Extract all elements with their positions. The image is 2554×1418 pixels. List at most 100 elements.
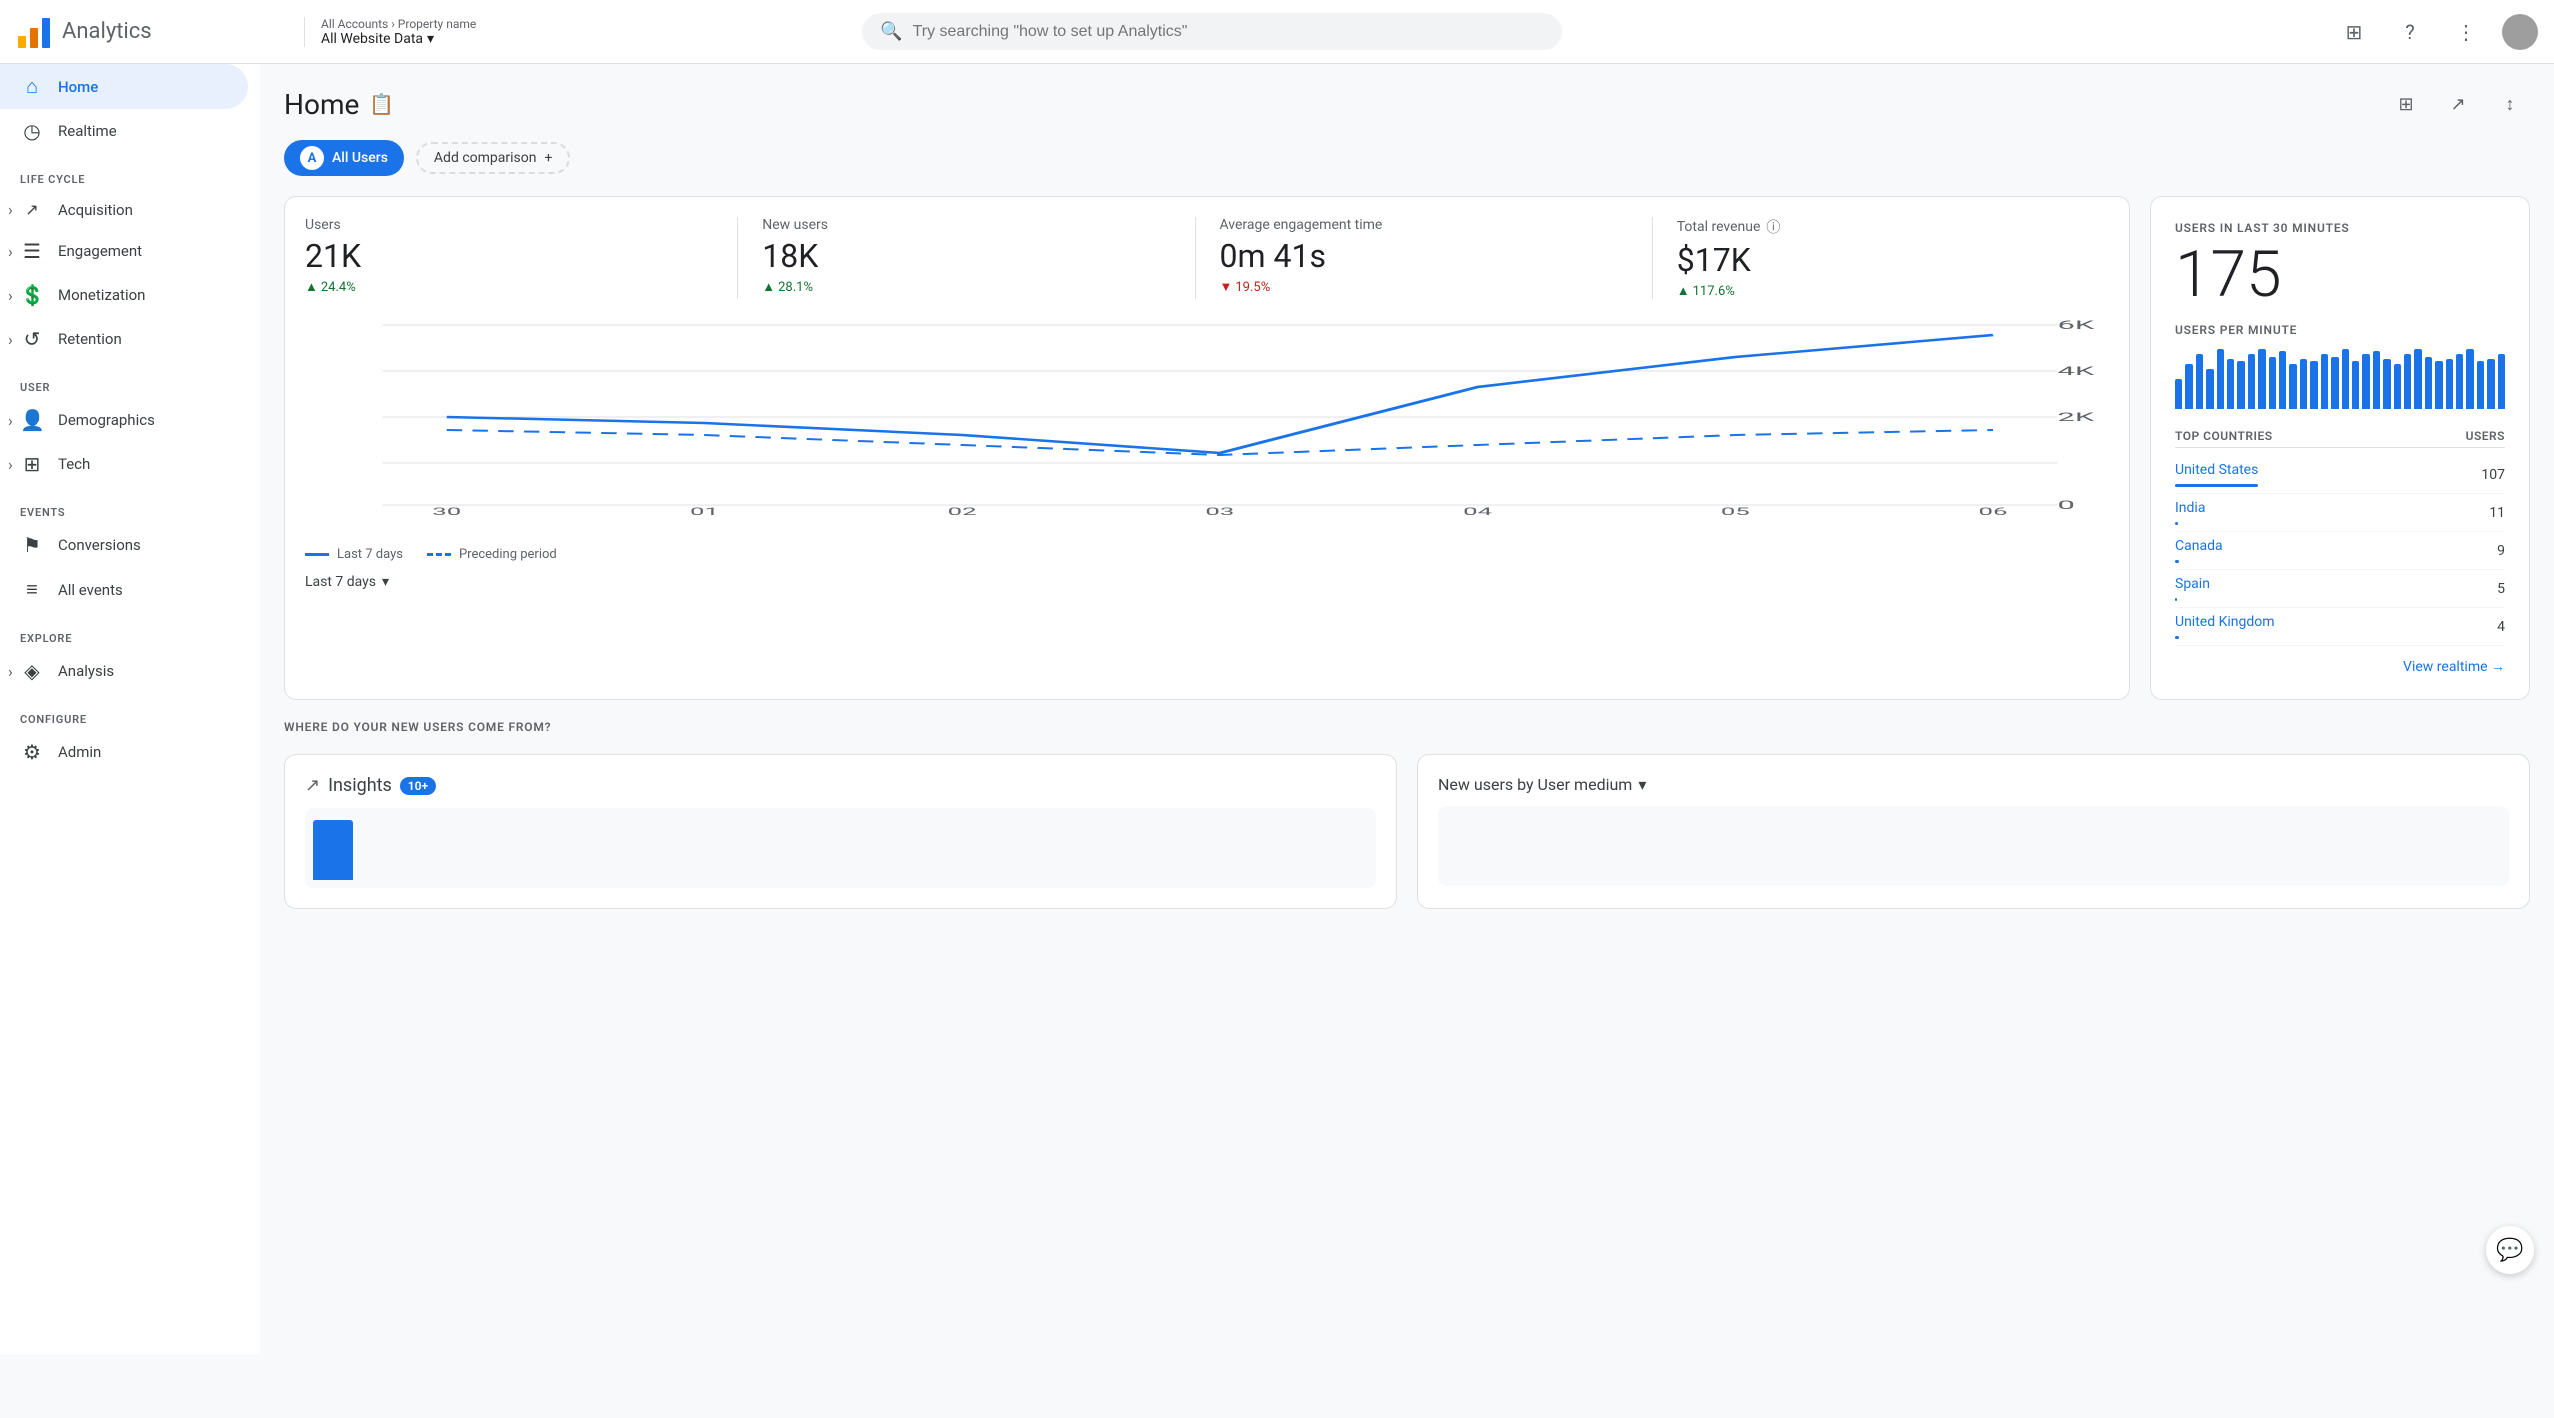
legend-preceding-label: Preceding period — [459, 547, 557, 562]
metric-new-users-change: ▲ 28.1% — [762, 279, 1170, 295]
page-title-area: Home 📋 — [284, 88, 394, 121]
metric-engagement-pct: 19.5% — [1235, 280, 1270, 295]
app-title: Analytics — [62, 19, 152, 44]
user-avatar[interactable] — [2502, 14, 2538, 50]
legend-line-dashed — [427, 553, 451, 556]
sidebar-item-engagement[interactable]: ☰ Engagement — [0, 229, 248, 273]
metric-users-label: Users — [305, 217, 713, 233]
share-button[interactable]: ↗ — [2438, 84, 2478, 124]
add-comparison-icon: + — [544, 150, 552, 166]
countries-list: United States 107 India 11 Canada 9 Spai… — [2175, 456, 2505, 646]
grid-icon-button[interactable]: ⊞ — [2334, 12, 2374, 52]
page-header: Home 📋 ⊞ ↗ ↕ — [284, 84, 2530, 124]
sidebar-label-monetization: Monetization — [58, 286, 145, 304]
metric-engagement-value: 0m 41s — [1220, 237, 1628, 275]
bar-chart-bar — [2248, 354, 2255, 409]
bar-chart-bar — [2362, 354, 2369, 409]
metric-engagement-change: ▼ 19.5% — [1220, 279, 1628, 295]
bar-chart-bar — [2477, 361, 2484, 409]
retention-icon: ↺ — [20, 327, 44, 351]
page-bookmark-icon[interactable]: 📋 — [369, 92, 394, 116]
logo-area: Analytics — [16, 14, 296, 50]
new-users-card: New users by User medium ▾ — [1417, 754, 2530, 909]
tech-icon: ⊞ — [20, 452, 44, 476]
sidebar-item-retention[interactable]: ↺ Retention — [0, 317, 248, 361]
conversions-icon: ⚑ — [20, 533, 44, 557]
sidebar-item-home[interactable]: ⌂ Home — [0, 64, 248, 109]
country-name: Canada — [2175, 538, 2223, 563]
legend-last7-label: Last 7 days — [337, 547, 403, 562]
metric-revenue-pct: 117.6% — [1693, 284, 1735, 299]
bar-chart-bar — [2466, 349, 2473, 409]
users-col-label: USERS — [2466, 429, 2505, 443]
country-bar — [2175, 484, 2258, 487]
bottom-section: WHERE DO YOUR NEW USERS COME FROM? ↗ Ins… — [284, 720, 2530, 909]
top-countries-label: TOP COUNTRIES — [2175, 429, 2273, 443]
property-dropdown[interactable]: All Website Data ▾ — [321, 31, 476, 47]
sidebar-item-realtime[interactable]: ◷ Realtime — [0, 109, 248, 153]
insights-header: ↗ Insights 10+ — [305, 775, 1376, 796]
new-users-dropdown-icon[interactable]: ▾ — [1638, 775, 1646, 794]
metric-new-users-value: 18K — [762, 237, 1170, 275]
comparison-button[interactable]: ↕ — [2490, 84, 2530, 124]
country-count: 9 — [2497, 543, 2505, 559]
sidebar-item-tech[interactable]: ⊞ Tech — [0, 442, 248, 486]
sidebar-item-demographics[interactable]: 👤 Demographics — [0, 398, 248, 442]
view-realtime-link[interactable]: View realtime → — [2175, 658, 2505, 675]
bar-chart-bar — [2279, 351, 2286, 409]
more-options-button[interactable]: ⋮ — [2446, 12, 2486, 52]
country-row: Spain 5 — [2175, 570, 2505, 608]
monetization-icon: 💲 — [20, 283, 44, 307]
chat-fab[interactable]: 💬 — [2486, 1226, 2534, 1274]
sidebar-item-allevents[interactable]: ≡ All events — [0, 567, 248, 612]
bar-chart-bar — [2383, 359, 2390, 409]
engagement-icon: ☰ — [20, 239, 44, 263]
country-bar — [2175, 522, 2178, 525]
chat-icon: 💬 — [2496, 1238, 2523, 1263]
bar-chart-bar — [2227, 359, 2234, 409]
new-users-header: New users by User medium ▾ — [1438, 775, 2509, 794]
bar-chart-bar — [2217, 349, 2224, 409]
date-filter-label: Last 7 days — [305, 574, 376, 590]
country-bar — [2175, 598, 2177, 601]
chart-area: 6K 4K 2K 0 30 Sep 01 Oct 02 03 04 05 06 — [305, 315, 2109, 535]
metric-revenue: Total revenue ⓘ $17K ▲ 117.6% — [1652, 217, 2109, 299]
analytics-logo-icon — [16, 14, 52, 50]
info-icon[interactable]: ⓘ — [1766, 217, 1780, 237]
bar-chart-bar — [2300, 359, 2307, 409]
bar-chart-bar — [2373, 351, 2380, 409]
bar-chart-bar — [2310, 361, 2317, 409]
main-chart-card: Users 21K ▲ 24.4% New users 18K ▲ 28.1% — [284, 196, 2130, 700]
search-input[interactable] — [913, 23, 1545, 41]
bar-chart-bar — [2404, 354, 2411, 409]
bar-chart-bar — [2487, 359, 2494, 409]
metric-revenue-value: $17K — [1677, 241, 2085, 279]
country-row: India 11 — [2175, 494, 2505, 532]
sidebar-item-acquisition[interactable]: ↗ Acquisition — [0, 190, 248, 229]
breadcrumb: All Accounts › Property name All Website… — [304, 17, 476, 47]
realtime-card: USERS IN LAST 30 MINUTES 175 USERS PER M… — [2150, 196, 2530, 700]
sidebar: ⌂ Home ◷ Realtime LIFE CYCLE ↗ Acquisiti… — [0, 64, 260, 1354]
add-comparison-button[interactable]: Add comparison + — [416, 142, 571, 174]
realtime-section-label: USERS IN LAST 30 MINUTES — [2175, 221, 2505, 235]
all-users-filter[interactable]: A All Users — [284, 140, 404, 176]
help-icon-button[interactable]: ? — [2390, 12, 2430, 52]
date-filter-arrow: ▾ — [382, 574, 389, 590]
realtime-count: 175 — [2175, 243, 2505, 307]
sidebar-item-admin[interactable]: ⚙ Admin — [0, 730, 248, 774]
sidebar-item-monetization[interactable]: 💲 Monetization — [0, 273, 248, 317]
date-filter[interactable]: Last 7 days ▾ — [305, 574, 2109, 590]
customize-button[interactable]: ⊞ — [2386, 84, 2426, 124]
svg-text:4K: 4K — [2057, 364, 2094, 378]
sidebar-item-conversions[interactable]: ⚑ Conversions — [0, 523, 248, 567]
bar-chart-bar — [2456, 354, 2463, 409]
bar-chart-bar — [2321, 354, 2328, 409]
line-chart: 6K 4K 2K 0 30 Sep 01 Oct 02 03 04 05 06 — [305, 315, 2109, 515]
sidebar-item-analysis[interactable]: ◈ Analysis — [0, 649, 248, 693]
svg-text:02: 02 — [948, 506, 977, 515]
all-users-label: All Users — [332, 150, 388, 166]
country-name-text: Spain — [2175, 576, 2210, 592]
section-user: USER — [0, 369, 260, 398]
search-bar[interactable]: 🔍 — [862, 13, 1562, 50]
bar-chart-bar — [2435, 361, 2442, 409]
